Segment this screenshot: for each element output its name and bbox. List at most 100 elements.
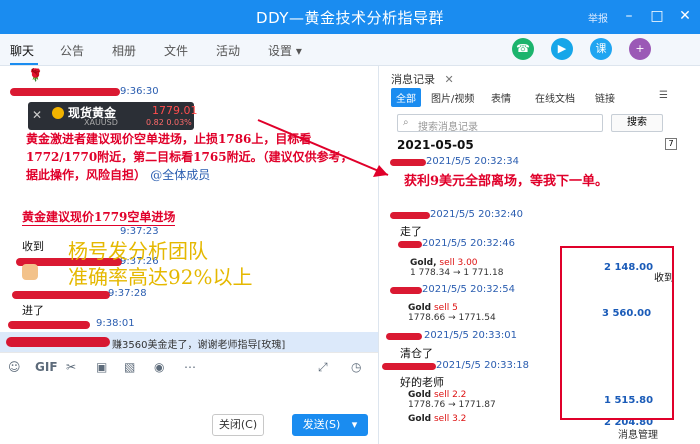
notice-text: 赚3560美金走了，谢谢老师指导[玫瑰] bbox=[112, 340, 286, 351]
phone-icon[interactable]: ☎ bbox=[512, 38, 534, 60]
trade-range: 1 778.34 → 1 771.18 bbox=[410, 268, 504, 278]
trade-side: sell 5 bbox=[433, 303, 458, 313]
tab-chat[interactable]: 聊天 bbox=[10, 42, 34, 59]
send-label: 发送(S) bbox=[302, 418, 341, 431]
trade-range: 1778.66 → 1771.54 bbox=[408, 313, 496, 323]
video-icon[interactable]: ▶ bbox=[551, 38, 573, 60]
history-tab-links[interactable]: 链接 bbox=[595, 90, 615, 105]
good-teacher-message: 好的老师 bbox=[400, 376, 444, 389]
quote-price: 1779.01 bbox=[152, 104, 198, 117]
redacted-user bbox=[8, 321, 90, 329]
received-message: 收到 bbox=[22, 240, 44, 253]
close-button[interactable]: 关闭(C) bbox=[212, 414, 264, 436]
search-placeholder: 搜索消息记录 bbox=[418, 122, 478, 133]
emoji-icon[interactable]: ☺ bbox=[8, 360, 21, 374]
input-toolbar: ☺ GIF ✂ ▣ ▧ ◉ ⋯ ⤢ ◷ bbox=[0, 352, 378, 382]
analysis-note: 黄金激进者建议现价空单进场，止损1786上，目标看1772/1770附近，第二目… bbox=[26, 130, 362, 184]
team-line-1: 杨号发分析团队 bbox=[68, 239, 208, 263]
history-time: 2021/5/5 20:33:01 bbox=[424, 330, 518, 341]
team-line-2: 准确率高达92%以上 bbox=[68, 265, 253, 289]
tab-files[interactable]: 文件 bbox=[164, 42, 188, 59]
left-message: 走了 bbox=[400, 225, 422, 238]
gold-coin-icon bbox=[52, 107, 64, 119]
close-window-button[interactable]: ✕ bbox=[676, 7, 694, 25]
history-tab-media[interactable]: 图片/视频 bbox=[431, 90, 474, 105]
history-time: 2021/5/5 20:32:40 bbox=[430, 209, 524, 220]
rose-emoji: 🌹 bbox=[28, 68, 43, 82]
redacted-user bbox=[390, 212, 430, 219]
notice-bar[interactable]: 赚3560美金走了，谢谢老师指导[玫瑰] bbox=[0, 332, 378, 352]
history-search-input[interactable]: ⌕ 搜索消息记录 bbox=[397, 114, 603, 133]
trade-row: Gold sell 5 1778.66 → 1771.54 bbox=[408, 303, 496, 323]
suggest-entry: 黄金建议现价1779空单进场 bbox=[22, 210, 176, 226]
message-manager[interactable]: 消息管理 bbox=[618, 426, 658, 441]
trade-range: 1778.76 → 1771.87 bbox=[408, 400, 496, 410]
redacted-user bbox=[398, 241, 422, 248]
quote-symbol: XAUUSD bbox=[84, 118, 118, 127]
trade-side: sell 3.00 bbox=[439, 258, 478, 268]
message-time: 9:38:01 bbox=[96, 318, 135, 329]
history-title: 消息记录 ✕ bbox=[391, 71, 454, 87]
tab-album[interactable]: 相册 bbox=[112, 42, 136, 59]
calendar-icon[interactable]: 7 bbox=[665, 138, 677, 150]
history-title-text: 消息记录 bbox=[391, 73, 435, 86]
minimize-button[interactable]: – bbox=[620, 7, 638, 25]
search-button[interactable]: 搜索 bbox=[611, 114, 663, 132]
message-time: 9:37:23 bbox=[120, 226, 159, 237]
trade-row: Gold sell 2.2 1778.76 → 1771.87 bbox=[408, 390, 496, 410]
search-icon: ⌕ bbox=[403, 117, 409, 128]
redacted-user bbox=[390, 159, 426, 166]
profit-note: 获利9美元全部离场，等我下一单。 bbox=[404, 174, 609, 189]
history-tab-stickers[interactable]: 表情 bbox=[491, 90, 511, 105]
trade-side: sell 2.2 bbox=[433, 390, 467, 400]
team-watermark: 杨号发分析团队 准确率高达92%以上 bbox=[68, 238, 252, 290]
card-close-icon[interactable]: ✕ bbox=[32, 108, 42, 122]
add-icon[interactable]: + bbox=[629, 38, 651, 60]
trade-row: Gold sell 3.2 bbox=[408, 414, 466, 424]
title-bar: DDY—黄金技术分析指导群 举报 – □ ✕ bbox=[0, 0, 700, 34]
filter-icon[interactable]: ☰ bbox=[659, 90, 668, 101]
send-button[interactable]: 发送(S) ▾ bbox=[292, 414, 368, 436]
image-icon[interactable]: ▧ bbox=[124, 360, 135, 374]
folder-icon[interactable]: ▣ bbox=[96, 360, 107, 374]
more-icon[interactable]: ⋯ bbox=[184, 360, 196, 374]
tab-settings[interactable]: 设置 ▾ bbox=[268, 42, 302, 59]
voice-icon[interactable]: ◉ bbox=[154, 360, 164, 374]
history-time: 2021/5/5 20:32:54 bbox=[422, 284, 516, 295]
entered-message: 进了 bbox=[22, 304, 44, 317]
mention-all: @全体成员 bbox=[150, 168, 211, 182]
maximize-button[interactable]: □ bbox=[648, 7, 666, 25]
hand-emoji-icon bbox=[22, 264, 38, 280]
history-time: 2021/5/5 20:32:34 bbox=[426, 156, 520, 167]
trade-asset: Gold bbox=[408, 390, 432, 400]
report-link[interactable]: 举报 bbox=[588, 10, 608, 25]
cleared-message: 清仓了 bbox=[400, 347, 433, 360]
trade-side: sell 3.2 bbox=[433, 414, 467, 424]
send-dropdown-icon[interactable]: ▾ bbox=[352, 418, 358, 431]
redacted-user bbox=[390, 287, 422, 294]
scissors-icon[interactable]: ✂ bbox=[66, 360, 76, 374]
gif-icon[interactable]: GIF bbox=[35, 360, 58, 374]
history-icon[interactable]: ◷ bbox=[351, 360, 361, 374]
redacted-user bbox=[10, 88, 120, 96]
message-time: 9:37:28 bbox=[108, 288, 147, 299]
history-tab-docs[interactable]: 在线文档 bbox=[535, 90, 575, 105]
expand-icon[interactable]: ⤢ bbox=[318, 360, 328, 375]
redacted-user bbox=[12, 291, 110, 299]
redacted-user bbox=[6, 337, 110, 347]
course-icon[interactable]: 课 bbox=[590, 38, 612, 60]
message-time: 9:36:30 bbox=[120, 86, 159, 97]
history-tab-all[interactable]: 全部 bbox=[391, 88, 421, 107]
history-time: 2021/5/5 20:32:46 bbox=[422, 238, 516, 249]
trade-asset: Gold bbox=[408, 414, 432, 424]
redacted-user bbox=[382, 363, 436, 370]
trade-asset: Gold bbox=[408, 303, 432, 313]
redacted-user bbox=[386, 333, 422, 340]
tab-announcement[interactable]: 公告 bbox=[60, 42, 84, 59]
highlight-box bbox=[560, 246, 674, 420]
tab-activity[interactable]: 活动 bbox=[216, 42, 240, 59]
active-tab-underline bbox=[10, 63, 38, 65]
gold-quote-card[interactable]: ✕ 现货黄金 XAUUSD 1779.01 0.82 0.03% bbox=[28, 102, 198, 130]
history-time: 2021/5/5 20:33:18 bbox=[436, 360, 530, 371]
history-close-icon[interactable]: ✕ bbox=[445, 73, 454, 86]
